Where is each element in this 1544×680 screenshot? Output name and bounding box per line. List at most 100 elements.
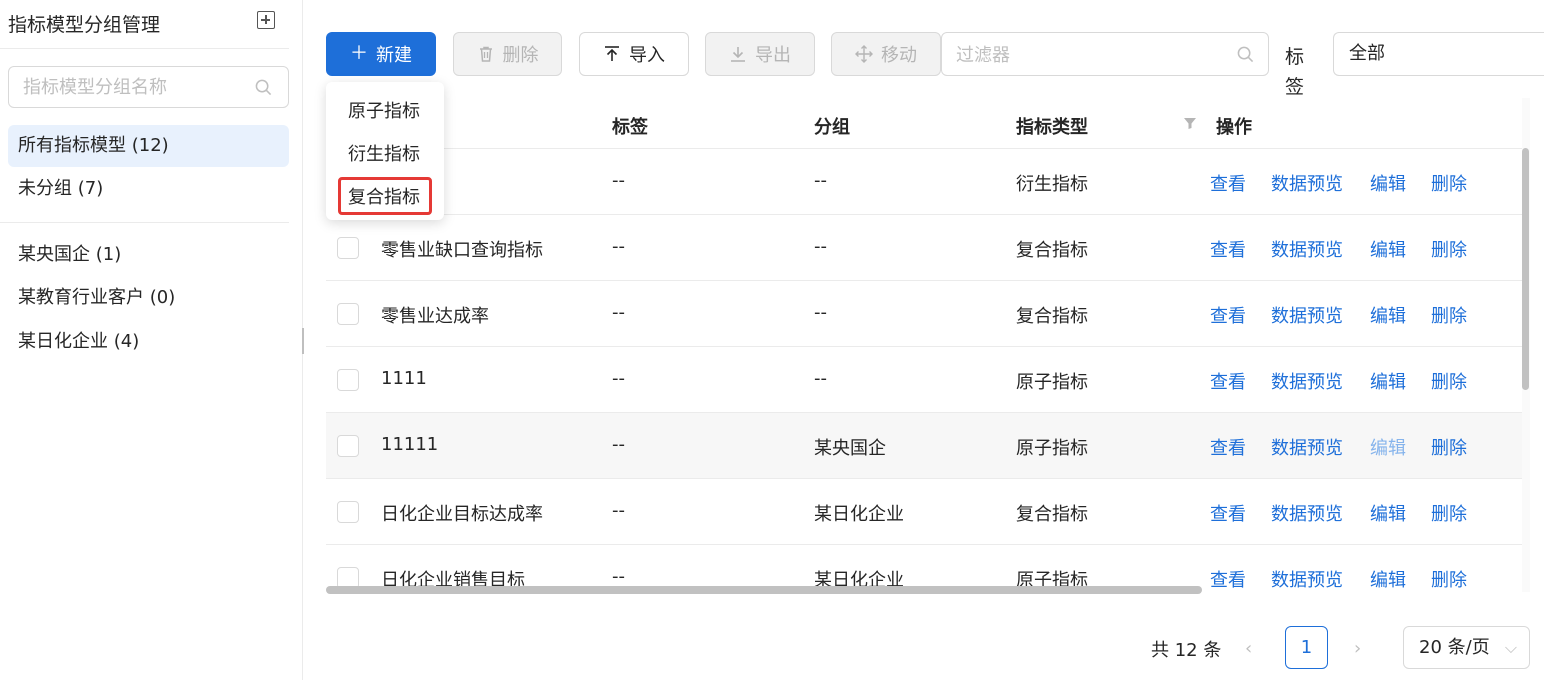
divider [0, 222, 289, 223]
view-link[interactable]: 查看 [1210, 368, 1246, 394]
data-preview-link[interactable]: 数据预览 [1271, 566, 1343, 592]
cell-type: 复合指标 [1016, 504, 1088, 525]
data-preview-link[interactable]: 数据预览 [1271, 170, 1343, 196]
cell-tag: -- [612, 368, 625, 389]
sidebar-item-ungrouped[interactable]: 未分组 (7) [8, 168, 289, 210]
delete-link[interactable]: 删除 [1431, 302, 1467, 328]
cell-tag: -- [612, 236, 625, 257]
view-link[interactable]: 查看 [1210, 566, 1246, 592]
edit-link[interactable]: 编辑 [1370, 500, 1406, 526]
search-icon[interactable] [1237, 46, 1254, 63]
row-checkbox[interactable] [337, 237, 359, 259]
row-checkbox[interactable] [337, 303, 359, 325]
cell-tag: -- [612, 566, 625, 587]
cell-type: 衍生指标 [1016, 174, 1088, 195]
cell-group: 某日化企业 [814, 504, 904, 525]
filter-input[interactable] [956, 44, 1216, 66]
table-row[interactable]: 1111 -- -- 原子指标 查看 数据预览 编辑 删除 [326, 347, 1522, 413]
new-dropdown-menu: 原子指标 衍生指标 复合指标 [326, 82, 444, 220]
table-row[interactable]: 日化企业销售目标 -- 某日化企业 原子指标 查看 数据预览 编辑 删除 [326, 545, 1522, 592]
view-link[interactable]: 查看 [1210, 434, 1246, 460]
vertical-scrollbar[interactable] [1522, 148, 1529, 390]
table-row[interactable]: 11111 -- 某央国企 原子指标 查看 数据预览 编辑 删除 [326, 413, 1522, 479]
delete-link[interactable]: 删除 [1431, 236, 1467, 262]
table-header: 标签 分组 指标类型 操作 [326, 98, 1522, 149]
divider [0, 48, 289, 49]
edit-link[interactable]: 编辑 [1370, 236, 1406, 262]
delete-link[interactable]: 删除 [1431, 500, 1467, 526]
view-link[interactable]: 查看 [1210, 500, 1246, 526]
search-icon[interactable] [255, 79, 272, 96]
sidebar-item-group[interactable]: 某教育行业客户 (0) [8, 277, 289, 319]
cell-name: 1111 [381, 368, 427, 389]
table-row[interactable]: 零售业达成率 -- -- 复合指标 查看 数据预览 编辑 删除 [326, 281, 1522, 347]
table-row[interactable]: -- -- 衍生指标 查看 数据预览 编辑 删除 [326, 149, 1522, 215]
view-link[interactable]: 查看 [1210, 302, 1246, 328]
highlight-box [338, 177, 432, 215]
menu-item-atomic[interactable]: 原子指标 [348, 97, 420, 123]
delete-link[interactable]: 删除 [1431, 170, 1467, 196]
data-preview-link[interactable]: 数据预览 [1271, 368, 1343, 394]
page-number[interactable]: 1 [1285, 626, 1328, 669]
resize-handle[interactable] [302, 328, 304, 354]
column-filter-icon[interactable] [1183, 116, 1197, 130]
export-button-label: 导出 [755, 45, 791, 66]
group-search-input[interactable] [23, 76, 243, 98]
cell-name: 零售业缺口查询指标 [381, 240, 543, 261]
cell-group: -- [814, 170, 827, 191]
menu-item-derived[interactable]: 衍生指标 [348, 140, 420, 166]
cell-name: 11111 [381, 434, 439, 455]
table-row[interactable]: 零售业缺口查询指标 -- -- 复合指标 查看 数据预览 编辑 删除 [326, 215, 1522, 281]
data-preview-link[interactable]: 数据预览 [1271, 236, 1343, 262]
delete-button[interactable]: 删除 [453, 32, 562, 76]
horizontal-scrollbar[interactable] [326, 586, 1202, 594]
trash-icon [479, 46, 492, 62]
tag-filter-label: 标签 [1285, 46, 1305, 98]
add-group-icon[interactable] [257, 11, 275, 29]
data-preview-link[interactable]: 数据预览 [1271, 434, 1343, 460]
edit-link[interactable]: 编辑 [1370, 434, 1406, 460]
table-row[interactable]: 日化企业目标达成率 -- 某日化企业 复合指标 查看 数据预览 编辑 删除 [326, 479, 1522, 545]
view-link[interactable]: 查看 [1210, 236, 1246, 262]
prev-page-icon[interactable]: ‹ [1245, 638, 1252, 659]
data-preview-link[interactable]: 数据预览 [1271, 500, 1343, 526]
new-button[interactable]: ＋ 新建 [326, 32, 436, 76]
next-page-icon[interactable]: › [1354, 638, 1361, 659]
move-button[interactable]: 移动 [831, 32, 941, 76]
cell-group: -- [814, 236, 827, 257]
view-link[interactable]: 查看 [1210, 170, 1246, 196]
move-button-label: 移动 [881, 45, 917, 66]
row-checkbox[interactable] [337, 435, 359, 457]
move-icon [855, 45, 873, 63]
row-checkbox[interactable] [337, 501, 359, 523]
sidebar-item-all[interactable]: 所有指标模型 (12) [8, 125, 289, 167]
column-header-type: 指标类型 [1016, 117, 1088, 138]
export-button[interactable]: 导出 [705, 32, 815, 76]
column-header-tag: 标签 [612, 117, 648, 138]
edit-link[interactable]: 编辑 [1370, 566, 1406, 592]
cell-group: -- [814, 368, 827, 389]
filter-box [941, 32, 1269, 76]
import-button[interactable]: 导入 [579, 32, 689, 76]
tag-select[interactable]: 全部 [1333, 32, 1544, 76]
cell-group: -- [814, 302, 827, 323]
sidebar-item-group[interactable]: 某日化企业 (4) [8, 321, 289, 363]
sidebar: 指标模型分组管理 所有指标模型 (12) 未分组 (7) 某央国企 (1) 某教… [0, 0, 303, 680]
chevron-down-icon: ⌵ [1504, 638, 1517, 657]
new-button-label: 新建 [376, 45, 412, 66]
delete-link[interactable]: 删除 [1431, 566, 1467, 592]
delete-link[interactable]: 删除 [1431, 434, 1467, 460]
upload-icon [605, 46, 619, 61]
edit-link[interactable]: 编辑 [1370, 170, 1406, 196]
delete-link[interactable]: 删除 [1431, 368, 1467, 394]
cell-type: 原子指标 [1016, 372, 1088, 393]
data-preview-link[interactable]: 数据预览 [1271, 302, 1343, 328]
page-size-select[interactable]: 20 条/页 ⌵ [1403, 626, 1530, 669]
cell-type: 复合指标 [1016, 240, 1088, 261]
edit-link[interactable]: 编辑 [1370, 368, 1406, 394]
download-icon [731, 47, 745, 62]
row-checkbox[interactable] [337, 369, 359, 391]
import-button-label: 导入 [629, 45, 665, 66]
sidebar-item-group[interactable]: 某央国企 (1) [8, 234, 289, 276]
edit-link[interactable]: 编辑 [1370, 302, 1406, 328]
